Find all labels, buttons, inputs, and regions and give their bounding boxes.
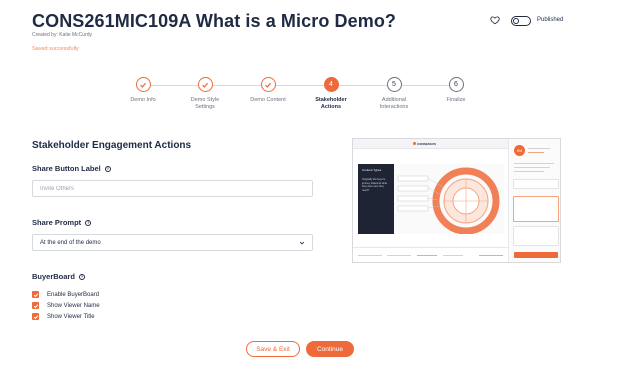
show-viewer-title-label: Show Viewer Title — [47, 313, 95, 320]
info-icon[interactable]: ? — [104, 165, 111, 172]
buyerboard-text: BuyerBoard — [32, 272, 75, 281]
preview-action-button — [514, 252, 558, 258]
buyerboard-options: Enable BuyerBoard Show Viewer Name Show … — [32, 289, 100, 322]
page-title: CONS261MIC109A What is a Micro Demo? — [32, 11, 397, 31]
checkmark-icon — [135, 77, 151, 92]
save-status: Saved successfully — [32, 46, 79, 52]
info-icon[interactable]: ? — [78, 273, 85, 280]
checkbox-checked-icon[interactable] — [32, 291, 39, 298]
show-viewer-name-label: Show Viewer Name — [47, 302, 100, 309]
preview-card — [513, 226, 559, 246]
preview-wheel-graphic — [397, 167, 500, 235]
share-prompt-text: Share Prompt — [32, 218, 82, 227]
checkmark-icon — [197, 77, 213, 92]
share-button-label-input[interactable] — [40, 185, 305, 192]
preview-sidebar: KM — [508, 139, 560, 262]
published-toggle[interactable] — [511, 16, 531, 26]
share-button-label-text: Share Button Label — [32, 164, 101, 173]
step-label-line: Finalize — [446, 97, 466, 103]
preview-card — [513, 196, 559, 222]
preview-toolbar: CONSENSUS — [353, 139, 508, 149]
preview-avatar: KM — [514, 145, 525, 156]
checkbox-checked-icon[interactable] — [32, 313, 39, 320]
created-by: Created by: Katie McCurdy — [32, 32, 93, 38]
preview-content-panel: Content Types Originally the buyer's jou… — [358, 164, 394, 234]
demo-preview: CONSENSUS Content Types Originally the b… — [352, 138, 561, 263]
step-label-line: Interactions — [379, 104, 409, 110]
toggle-knob — [513, 18, 519, 24]
preview-diagram — [394, 164, 504, 235]
step-label: Finalize — [416, 97, 496, 104]
share-prompt-value: At the end of the demo — [40, 239, 101, 246]
step-number: 6 — [448, 77, 464, 92]
save-exit-button[interactable]: Save & Exit — [246, 341, 300, 357]
preview-panel-text: Originally the buyer's journey looked at… — [362, 178, 388, 192]
preview-card — [513, 179, 559, 189]
share-button-label-heading: Share Button Label ? — [32, 164, 111, 173]
heart-icon[interactable] — [490, 15, 500, 25]
info-icon[interactable]: ? — [85, 219, 92, 226]
enable-buyerboard-row[interactable]: Enable BuyerBoard — [32, 289, 100, 300]
step-number: 5 — [386, 77, 402, 92]
preview-panel-title: Content Types — [362, 168, 382, 172]
step-label-line: Settings — [195, 104, 215, 110]
preview-bottom-bar — [353, 247, 508, 262]
checkbox-checked-icon[interactable] — [32, 302, 39, 309]
enable-buyerboard-label: Enable BuyerBoard — [47, 291, 100, 298]
chevron-down-icon — [299, 241, 305, 244]
show-viewer-name-row[interactable]: Show Viewer Name — [32, 300, 100, 311]
share-prompt-select[interactable]: At the end of the demo — [32, 234, 313, 251]
buyerboard-heading: BuyerBoard ? — [32, 272, 85, 281]
share-button-label-field[interactable] — [32, 180, 313, 197]
preview-logo: CONSENSUS — [417, 142, 437, 146]
logo-mark-icon — [413, 142, 416, 145]
step-number: 4 — [323, 77, 339, 92]
show-viewer-title-row[interactable]: Show Viewer Title — [32, 311, 100, 322]
section-title: Stakeholder Engagement Actions — [32, 140, 192, 151]
step-6[interactable]: 6 Finalize — [416, 77, 496, 104]
checkmark-icon — [260, 77, 276, 92]
share-prompt-heading: Share Prompt ? — [32, 218, 92, 227]
continue-button[interactable]: Continue — [306, 341, 354, 357]
published-label: Published — [537, 17, 564, 23]
